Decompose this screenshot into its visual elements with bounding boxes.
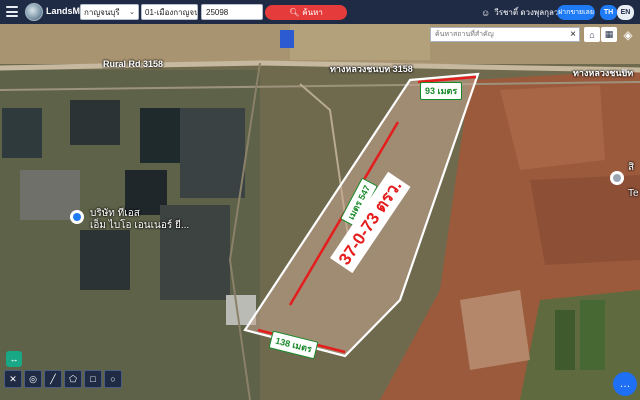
search-icon: 🔍︎	[289, 8, 300, 17]
polyline-icon[interactable]: ╱	[44, 370, 62, 388]
home-icon[interactable]: ⌂	[584, 27, 600, 42]
search-button-label: ค้นหา	[302, 8, 323, 17]
close-icon[interactable]: ×	[566, 27, 580, 42]
top-bar: LandsMaps กาญจนบุรี ⌄ 01-เมืองกาญจนบุรี …	[0, 0, 640, 24]
road-label-th: ทางหลวงชนบท 3158	[330, 64, 413, 74]
measure-tool-icon[interactable]: ↔	[6, 351, 22, 367]
menu-icon[interactable]	[6, 6, 18, 17]
poi-label-right: สิ Te	[628, 162, 639, 200]
poi-right-line-2: Te	[628, 188, 639, 199]
poi-label-line-2: เอ็ม ไบโอ เอนเนอร์ ยี...	[90, 220, 190, 231]
chat-icon[interactable]: …	[613, 372, 637, 396]
user-icon: ☺	[481, 7, 491, 18]
dimension-top: 93 เมตร	[420, 82, 463, 100]
district-select-value: 01-เมืองกาญจนบุรี	[145, 7, 197, 17]
deposit-sale-button[interactable]: ฝากขายเลย	[557, 5, 595, 20]
lang-en-button[interactable]: EN	[617, 5, 634, 20]
district-select[interactable]: 01-เมืองกาญจนบุรี ⌄	[141, 4, 198, 20]
poi-label: บริษัท ทีเอส เอ็ม ไบโอ เอนเนอร์ ยี...	[90, 208, 189, 232]
province-select-value: กาญจนบุรี	[84, 7, 120, 17]
ruler-icon[interactable]: ✕	[4, 370, 22, 388]
place-search-input[interactable]	[430, 27, 580, 42]
road-label-en: Rural Rd 3158	[103, 59, 164, 69]
poi-label-line-1: บริษัท ทีเอส	[90, 208, 140, 219]
polygon-icon[interactable]: ⬠	[64, 370, 82, 388]
rectangle-icon[interactable]: □	[84, 370, 102, 388]
grid-icon[interactable]: ▦	[601, 27, 617, 42]
marker-icon[interactable]: ◎	[24, 370, 42, 388]
road-label-th-right: ทางหลวงชนบท	[573, 68, 634, 78]
draw-toolbar: ✕ ◎ ╱ ⬠ □ ○	[4, 370, 122, 388]
satellite-map[interactable]: × ⌂ ▦ ◈ ♥ Rural Rd 3158 ทางหลวงชนบท 3158…	[0, 24, 640, 400]
parcel-code-input[interactable]	[201, 4, 263, 20]
circle-icon[interactable]: ○	[104, 370, 122, 388]
layers-icon[interactable]: ◈	[620, 27, 636, 42]
lang-th-button[interactable]: TH	[600, 5, 617, 20]
search-button[interactable]: 🔍︎ ค้นหา	[265, 5, 347, 20]
logo-icon	[25, 3, 43, 21]
poi-right-line-1: สิ	[628, 162, 635, 173]
chevron-down-icon: ⌄	[129, 9, 135, 16]
province-select[interactable]: กาญจนบุรี ⌄	[80, 4, 139, 20]
